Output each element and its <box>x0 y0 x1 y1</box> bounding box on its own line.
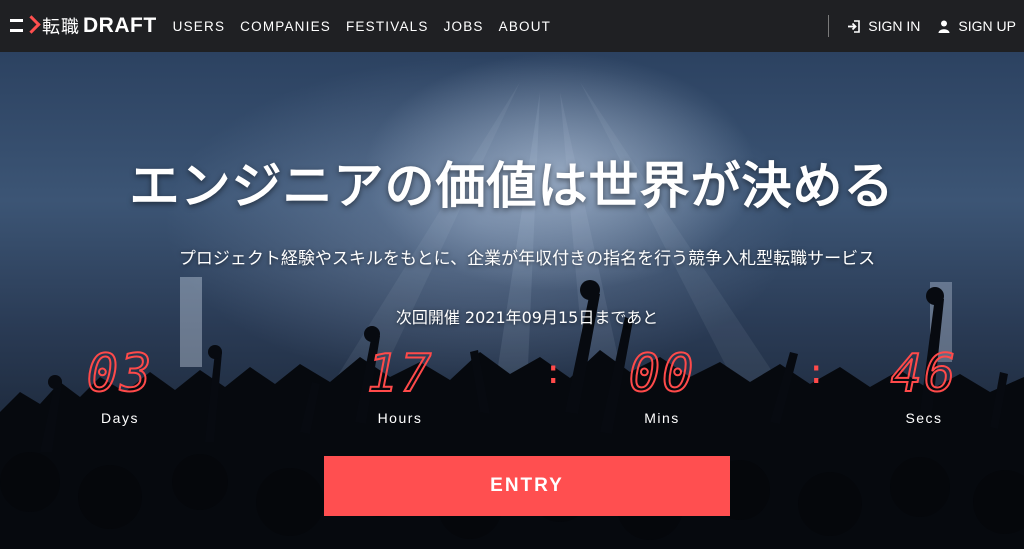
countdown-mins-value: 00 <box>628 344 696 404</box>
countdown-hours-value: 17 <box>366 344 434 404</box>
countdown-separator: : <box>543 352 563 392</box>
nav-divider <box>828 15 830 37</box>
countdown-days-value: 03 <box>86 344 154 404</box>
hero-subtitle: プロジェクト経験やスキルをもとに、企業が年収付きの指名を行う競争入札型転職サービ… <box>178 249 876 269</box>
hero-section: エンジニアの価値は世界が決める プロジェクト経験やスキルをもとに、企業が年収付き… <box>0 52 1024 549</box>
nav-link-festivals[interactable]: FESTIVALS <box>346 19 429 34</box>
countdown-days-label: Days <box>101 410 139 426</box>
entry-button[interactable]: ENTRY <box>324 456 730 516</box>
logo-kanji: 転職 <box>42 17 80 38</box>
nav-link-about[interactable]: ABOUT <box>499 19 552 34</box>
sign-up-link[interactable]: SIGN UP <box>938 18 1016 34</box>
nav-link-users[interactable]: USERS <box>173 19 226 34</box>
hero-title: エンジニアの価値は世界が決める <box>129 157 895 215</box>
nav-links: USERS COMPANIES FESTIVALS JOBS ABOUT <box>173 19 566 34</box>
logo-text: DRAFT <box>83 14 157 37</box>
user-icon <box>938 20 950 33</box>
draft-logo-icon <box>10 15 41 35</box>
sign-in-label: SIGN IN <box>868 18 921 34</box>
countdown-hours-label: Hours <box>377 410 423 426</box>
nav-link-jobs[interactable]: JOBS <box>444 19 484 34</box>
countdown-separator: : <box>806 352 827 392</box>
sign-in-link[interactable]: SIGN IN <box>847 18 920 34</box>
top-nav: 転職 DRAFT USERS COMPANIES FESTIVALS JOBS … <box>0 0 1024 52</box>
nav-link-companies[interactable]: COMPANIES <box>240 19 331 34</box>
countdown-mins-label: Mins <box>644 410 680 426</box>
sign-up-label: SIGN UP <box>958 18 1016 34</box>
site-logo[interactable]: 転職 DRAFT <box>10 0 157 52</box>
sign-in-icon <box>848 19 861 33</box>
countdown-secs-label: Secs <box>905 410 943 426</box>
next-event-date: 次回開催 2021年09月15日まであと <box>395 308 659 327</box>
nav-auth-area: SIGN IN SIGN UP <box>828 0 1024 52</box>
countdown-secs-value: 46 <box>890 344 958 404</box>
